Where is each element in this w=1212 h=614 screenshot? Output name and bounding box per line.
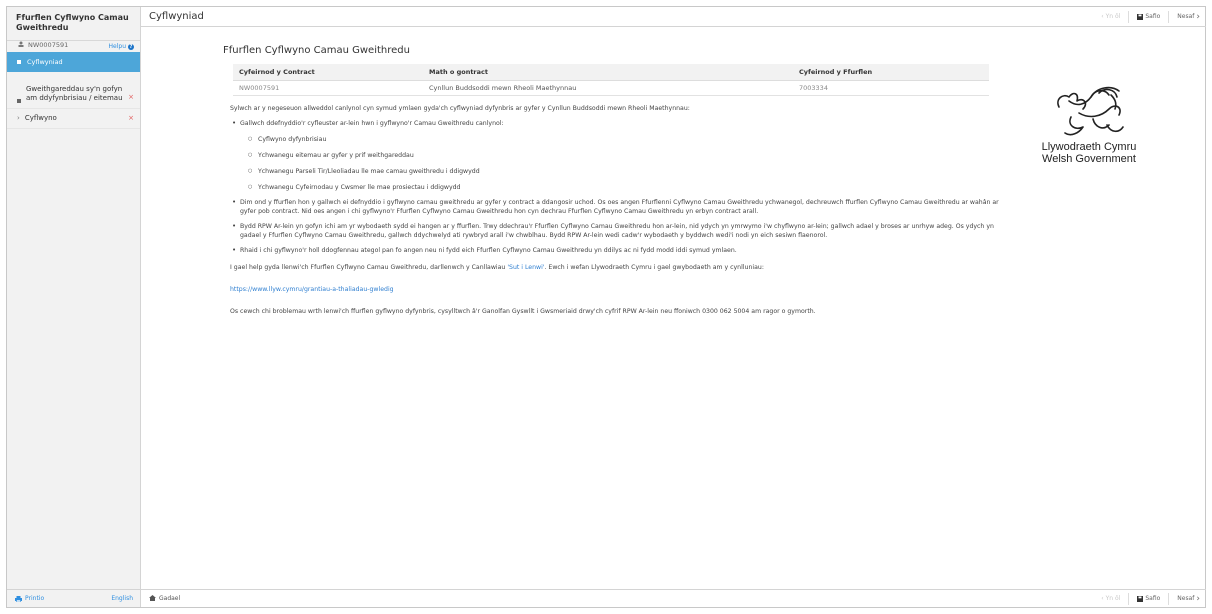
- sidebar-item-submit[interactable]: › Cyflwyno ×: [7, 109, 140, 129]
- contract-table: Cyfeirnod y Contract Math o gontract Cyf…: [233, 64, 989, 96]
- key-messages-list: Gallwch ddefnyddio'r cyfleuster ar-lein …: [230, 119, 1000, 255]
- sidebar: Ffurflen Cyflwyno Camau Gweithredu NW000…: [7, 7, 141, 607]
- form-title: Ffurflen Cyflwyno Camau Gweithredu: [223, 45, 410, 56]
- list-item: Dim ond y ffurflen hon y gallwch ei defn…: [230, 198, 1000, 216]
- user-icon: [18, 41, 24, 49]
- exit-button[interactable]: Gadael: [149, 594, 180, 603]
- chevron-left-icon: ‹: [1101, 13, 1104, 20]
- bottom-bar: Gadael ‹ Yn ôl Safio Nesaf ›: [141, 589, 1206, 607]
- list-item: Cyflwyno dyfynbrisiau: [240, 135, 1000, 144]
- top-bar: Cyflwyniad ‹ Yn ôl Safio Nesaf ›: [141, 7, 1206, 27]
- help-paragraph: I gael help gyda llenwi'ch Ffurflen Cyfl…: [230, 264, 764, 271]
- language-toggle[interactable]: English: [111, 595, 133, 602]
- save-button[interactable]: Safio: [1137, 595, 1160, 602]
- reference-number: NW0007591: [28, 41, 69, 49]
- column-header: Math o gontract: [423, 64, 793, 81]
- table-header-row: Cyfeirnod y Contract Math o gontract Cyf…: [233, 64, 989, 81]
- next-button[interactable]: Nesaf ›: [1177, 12, 1200, 22]
- floppy-icon: [1137, 13, 1144, 20]
- sidebar-item-introduction[interactable]: Cyflwyniad: [7, 52, 140, 72]
- floppy-icon: [1137, 595, 1144, 602]
- column-header: Cyfeirnod y Ffurflen: [793, 64, 989, 81]
- instructions: Sylwch ar y negeseuon allweddol canlynol…: [230, 104, 1000, 316]
- chevron-right-icon: ›: [17, 114, 20, 122]
- contact-paragraph: Os cewch chi broblemau wrth lenwi'ch ffu…: [230, 308, 816, 315]
- logo-text-welsh: Llywodraeth Cymru: [1041, 141, 1137, 153]
- error-icon: ×: [128, 93, 134, 101]
- intro-text: Sylwch ar y negeseuon allweddol canlynol…: [230, 105, 690, 112]
- scheme-website-link[interactable]: https://www.llyw.cymru/grantiau-a-thalia…: [230, 286, 394, 293]
- chevron-right-icon: ›: [1196, 593, 1200, 604]
- help-icon: ?: [128, 43, 134, 50]
- sidebar-item-activities[interactable]: Gweithgareddau sy'n gofyn am ddyfynbrisi…: [7, 80, 140, 109]
- table-row: NW0007591 Cynllun Buddsoddi mewn Rheoli …: [233, 80, 989, 96]
- bottom-toolbar: ‹ Yn ôl Safio Nesaf ›: [1101, 592, 1200, 605]
- logo-text-english: Welsh Government: [1042, 153, 1136, 165]
- actions-list: Cyflwyno dyfynbrisiau Ychwanegu eitemau …: [240, 135, 1000, 192]
- form-reference: 7003334: [793, 80, 989, 96]
- list-item: Ychwanegu Parseli Tir/Lleoliadau lle mae…: [240, 167, 1000, 176]
- sidebar-footer: Printio English: [7, 589, 141, 607]
- contract-reference: NW0007591: [233, 80, 423, 96]
- page-icon: [17, 60, 21, 64]
- list-item: Rhaid i chi gyflwyno'r holl ddogfennau a…: [230, 246, 1000, 255]
- top-toolbar: ‹ Yn ôl Safio Nesaf ›: [1101, 10, 1200, 23]
- column-header: Cyfeirnod y Contract: [233, 64, 423, 81]
- save-button[interactable]: Safio: [1137, 13, 1160, 20]
- sidebar-title: Ffurflen Cyflwyno Camau Gweithredu: [7, 7, 140, 41]
- list-item: Bydd RPW Ar-lein yn gofyn ichi am yr wyb…: [230, 222, 1000, 240]
- print-button[interactable]: Printio: [15, 595, 44, 602]
- printer-icon: [15, 595, 22, 602]
- welsh-government-logo: Llywodraeth Cymru Welsh Government: [1024, 83, 1154, 165]
- back-button[interactable]: ‹ Yn ôl: [1101, 595, 1120, 602]
- help-link[interactable]: Helpu ?: [109, 43, 134, 50]
- reference-row: NW0007591 Helpu ?: [7, 41, 140, 52]
- page-icon: [17, 99, 21, 103]
- chevron-left-icon: ‹: [1101, 595, 1104, 602]
- contract-type: Cynllun Buddsoddi mewn Rheoli Maethynnau: [423, 80, 793, 96]
- dragon-icon: [1057, 86, 1124, 136]
- list-item: Gallwch ddefnyddio'r cyfleuster ar-lein …: [230, 119, 1000, 192]
- list-item: Ychwanegu eitemau ar gyfer y prif weithg…: [240, 151, 1000, 160]
- chevron-right-icon: ›: [1196, 11, 1200, 22]
- list-item: Ychwanegu Cyfeirnodau y Cwsmer lle mae p…: [240, 183, 1000, 192]
- next-button[interactable]: Nesaf ›: [1177, 594, 1200, 604]
- back-button[interactable]: ‹ Yn ôl: [1101, 13, 1120, 20]
- home-icon: [149, 594, 156, 603]
- guidance-link[interactable]: 'Sut i Lenwi': [507, 264, 544, 271]
- page-heading: Cyflwyniad: [149, 11, 204, 22]
- error-icon: ×: [128, 114, 134, 122]
- main-content: Ffurflen Cyflwyno Camau Gweithredu Cyfei…: [223, 45, 1003, 316]
- app-window: Ffurflen Cyflwyno Camau Gweithredu NW000…: [6, 6, 1206, 608]
